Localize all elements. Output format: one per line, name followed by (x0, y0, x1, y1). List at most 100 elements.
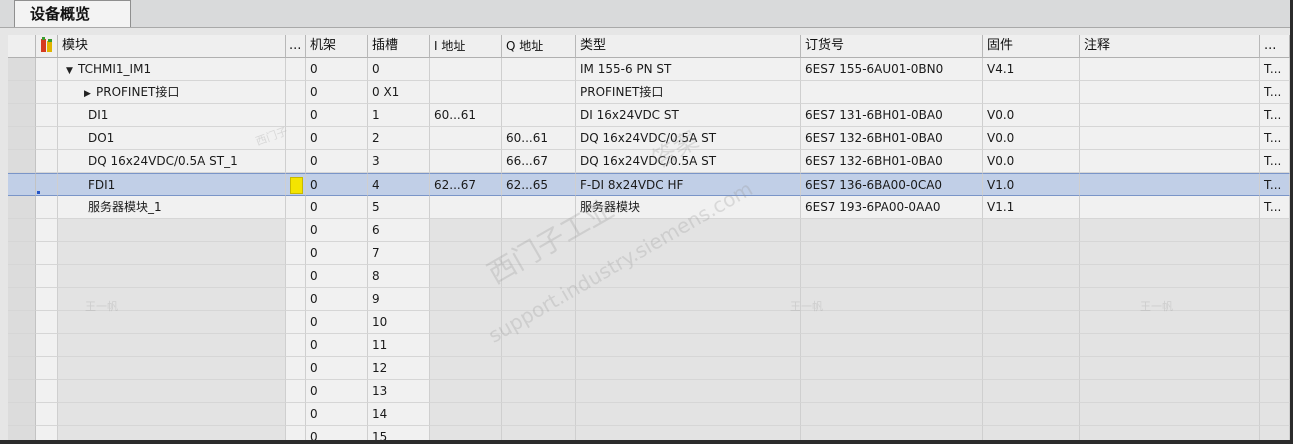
cell-type[interactable] (576, 334, 801, 357)
cell-comment[interactable] (1080, 173, 1260, 196)
cell-comment[interactable] (1080, 288, 1260, 311)
header-q-address[interactable]: Q 地址 (502, 35, 576, 58)
cell-module[interactable] (58, 311, 286, 334)
header-slot[interactable]: 插槽 (368, 35, 430, 58)
cell-module[interactable] (58, 403, 286, 426)
cell-firmware[interactable]: V4.1 (983, 58, 1080, 81)
row-icon-cell[interactable] (36, 426, 58, 440)
cell-i-address[interactable] (430, 288, 502, 311)
cell-i-address[interactable] (430, 127, 502, 150)
header-i-address[interactable]: I 地址 (430, 35, 502, 58)
cell-firmware[interactable]: V1.0 (983, 173, 1080, 196)
cell-type[interactable]: DQ 16x24VDC/0.5A ST (576, 150, 801, 173)
cell-comment[interactable] (1080, 242, 1260, 265)
row-icon-cell[interactable] (36, 150, 58, 173)
row-icon-cell[interactable] (36, 380, 58, 403)
cell-i-address[interactable] (430, 219, 502, 242)
cell-type[interactable]: IM 155-6 PN ST (576, 58, 801, 81)
cell-module[interactable] (58, 219, 286, 242)
cell-i-address[interactable] (430, 334, 502, 357)
cell-order-number[interactable]: 6ES7 132-6BH01-0BA0 (801, 127, 983, 150)
cell-q-address[interactable] (502, 242, 576, 265)
row-icon-cell[interactable] (36, 196, 58, 219)
cell-type[interactable] (576, 357, 801, 380)
row-selector[interactable] (8, 242, 36, 265)
cell-more[interactable] (1260, 334, 1290, 357)
cell-rack[interactable]: 0 (306, 357, 368, 380)
row-selector[interactable] (8, 311, 36, 334)
cell-comment[interactable] (1080, 104, 1260, 127)
row-selector[interactable] (8, 150, 36, 173)
table-row[interactable]: 0 12 (8, 357, 1290, 380)
cell-i-address[interactable] (430, 426, 502, 440)
cell-order-number[interactable] (801, 426, 983, 440)
row-selector[interactable] (8, 334, 36, 357)
cell-q-address[interactable] (502, 334, 576, 357)
cell-q-address[interactable] (502, 288, 576, 311)
cell-rack[interactable]: 0 (306, 380, 368, 403)
cell-rack[interactable]: 0 (306, 403, 368, 426)
row-icon-cell[interactable] (36, 403, 58, 426)
cell-firmware[interactable]: V1.1 (983, 196, 1080, 219)
cell-slot[interactable]: 0 X1 (368, 81, 430, 104)
cell-status[interactable] (286, 58, 306, 81)
cell-i-address[interactable] (430, 196, 502, 219)
cell-comment[interactable] (1080, 219, 1260, 242)
cell-slot[interactable]: 15 (368, 426, 430, 440)
cell-module[interactable] (58, 242, 286, 265)
cell-i-address[interactable] (430, 380, 502, 403)
row-icon-cell[interactable] (36, 81, 58, 104)
cell-order-number[interactable] (801, 311, 983, 334)
table-row[interactable]: 06 (8, 219, 1290, 242)
cell-slot[interactable]: 11 (368, 334, 430, 357)
cell-slot[interactable]: 5 (368, 196, 430, 219)
header-order-number[interactable]: 订货号 (801, 35, 983, 58)
cell-type[interactable]: DQ 16x24VDC/0.5A ST (576, 127, 801, 150)
cell-more[interactable] (1260, 288, 1290, 311)
row-selector[interactable] (8, 403, 36, 426)
cell-i-address[interactable]: 62...67 (430, 173, 502, 196)
cell-more[interactable] (1260, 311, 1290, 334)
cell-rack[interactable]: 0 (306, 265, 368, 288)
row-selector[interactable] (8, 196, 36, 219)
cell-rack[interactable]: 0 (306, 58, 368, 81)
cell-rack[interactable]: 0 (306, 219, 368, 242)
cell-i-address[interactable] (430, 242, 502, 265)
cell-type[interactable]: DI 16x24VDC ST (576, 104, 801, 127)
cell-order-number[interactable]: 6ES7 131-6BH01-0BA0 (801, 104, 983, 127)
row-selector[interactable] (8, 127, 36, 150)
cell-status[interactable] (286, 196, 306, 219)
cell-module[interactable] (58, 288, 286, 311)
cell-q-address[interactable]: 66...67 (502, 150, 576, 173)
cell-type[interactable] (576, 311, 801, 334)
cell-q-address[interactable] (502, 403, 576, 426)
cell-more[interactable] (1260, 426, 1290, 440)
cell-i-address[interactable] (430, 150, 502, 173)
cell-status[interactable] (286, 334, 306, 357)
cell-i-address[interactable] (430, 265, 502, 288)
cell-more[interactable]: T... (1260, 58, 1290, 81)
row-selector[interactable] (8, 265, 36, 288)
row-icon-cell[interactable] (36, 104, 58, 127)
cell-status[interactable] (286, 242, 306, 265)
row-selector[interactable] (8, 219, 36, 242)
cell-rack[interactable]: 0 (306, 196, 368, 219)
table-row[interactable]: DO1 0 2 60...61 DQ 16x24VDC/0.5A ST 6ES7 132-… (8, 127, 1290, 150)
table-row[interactable]: DI1 0 1 60...61 DI 16x24VDC ST 6ES7 131-6BH01… (8, 104, 1290, 127)
cell-status[interactable] (286, 150, 306, 173)
cell-comment[interactable] (1080, 265, 1260, 288)
cell-more[interactable] (1260, 380, 1290, 403)
cell-status[interactable] (286, 403, 306, 426)
cell-type[interactable] (576, 380, 801, 403)
cell-order-number[interactable] (801, 357, 983, 380)
cell-status[interactable] (286, 104, 306, 127)
cell-module[interactable]: ▶ PROFINET接口 (58, 81, 286, 104)
cell-type[interactable]: 服务器模块 (576, 196, 801, 219)
cell-firmware[interactable] (983, 357, 1080, 380)
row-selector[interactable] (8, 380, 36, 403)
cell-rack[interactable]: 0 (306, 150, 368, 173)
cell-q-address[interactable] (502, 426, 576, 440)
cell-rack[interactable]: 0 (306, 81, 368, 104)
cell-status[interactable] (286, 265, 306, 288)
cell-q-address[interactable] (502, 219, 576, 242)
